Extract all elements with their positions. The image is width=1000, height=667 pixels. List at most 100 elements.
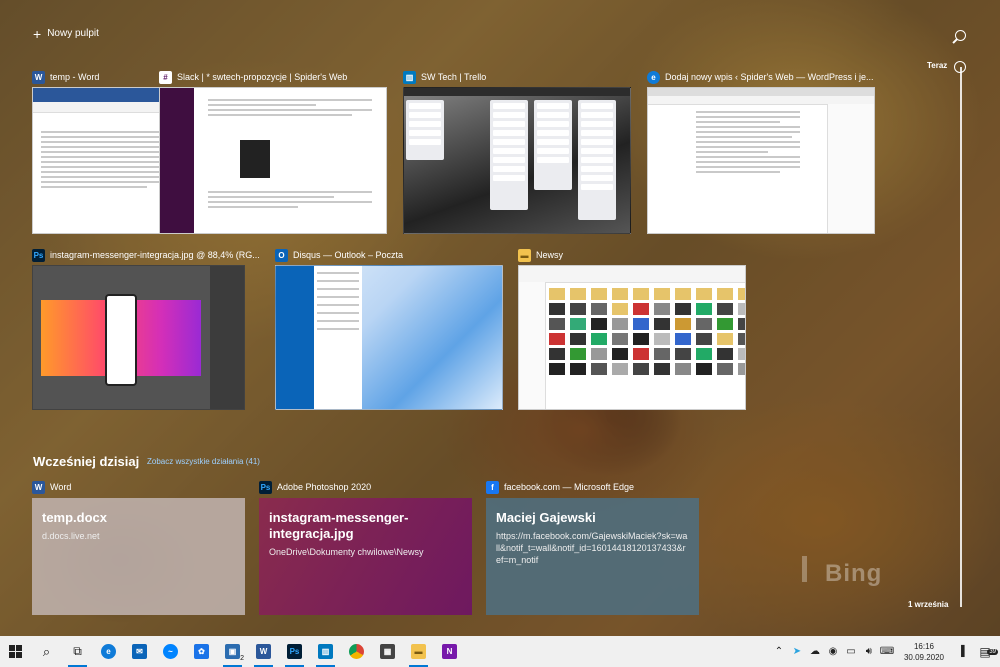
activity-card-word[interactable]: W Word temp.docx d.docs.live.net <box>32 480 245 615</box>
trello-icon: ▥ <box>318 644 333 659</box>
taskbar-photos[interactable]: ✿ <box>186 636 217 667</box>
window-thumbnail <box>159 87 387 234</box>
start-button[interactable] <box>0 636 31 667</box>
window-thumbnail <box>275 265 503 410</box>
taskbar-trello[interactable]: ▥ <box>310 636 341 667</box>
search-icon-handle <box>952 38 958 44</box>
onedrive-icon[interactable]: ☁ <box>806 646 824 657</box>
clock[interactable]: 16:16 30.09.2020 <box>896 641 952 663</box>
calculator-icon: ▦ <box>380 644 395 659</box>
activity-app-label: Word <box>50 482 72 492</box>
window-title: Slack | * swtech-propozycje | Spider's W… <box>177 72 348 82</box>
messenger-icon: ~ <box>163 644 178 659</box>
edge-icon: e <box>647 70 660 84</box>
taskbar: ⌕ ⧉ e ✉ ~ ✿ ▣ 2 W Ps ▥ ▦ ▬ N ⌃ ➤ ☁ ◉ ▭ 🔊︎… <box>0 636 1000 667</box>
taskbar-search-button[interactable]: ⌕ <box>31 636 62 667</box>
window-explorer-newsy[interactable]: ▬ Newsy <box>518 248 746 410</box>
task-view-icon: ⧉ <box>73 644 82 658</box>
window-title: Newsy <box>536 250 564 260</box>
chrome-icon <box>349 644 364 659</box>
activity-subtitle: https://m.facebook.com/GajewskiMaciek?sk… <box>496 531 688 565</box>
taskbar-messenger[interactable]: ~ <box>155 636 186 667</box>
window-title: instagram-messenger-integracja.jpg @ 88,… <box>50 250 260 260</box>
timeline-scrollbar[interactable] <box>960 67 962 607</box>
timeline-search-button[interactable] <box>950 28 970 48</box>
taskbar-chrome[interactable] <box>341 636 372 667</box>
volume-icon[interactable]: 🔊︎ <box>860 646 878 657</box>
see-all-activities-link[interactable]: Zobacz wszystkie działania (41) <box>147 457 260 466</box>
timeline-now-label: Teraz <box>927 61 948 70</box>
new-desktop-button[interactable]: + Nowy pulpit <box>33 25 99 42</box>
edge-icon: e <box>101 644 116 659</box>
activity-app-label: Adobe Photoshop 2020 <box>277 482 372 492</box>
windows-icon <box>9 645 22 658</box>
task-view-button[interactable]: ⧉ <box>62 636 93 667</box>
clock-time: 16:16 <box>913 641 934 651</box>
onenote-icon: N <box>442 644 457 659</box>
activity-card-body[interactable]: instagram-messenger-integracja.jpg OneDr… <box>259 498 472 615</box>
folder-icon: ▬ <box>518 248 531 262</box>
window-trello[interactable]: ▥ SW Tech | Trello <box>403 70 631 234</box>
window-word[interactable]: Wtemp - Word <box>32 70 245 234</box>
system-tray: ⌃ ➤ ☁ ◉ ▭ 🔊︎ ⌨ 16:16 30.09.2020 ▐ ▤ 39 <box>770 636 1000 667</box>
word-icon: W <box>32 480 45 494</box>
action-center-button[interactable]: ▤ 39 <box>970 645 1000 659</box>
activity-card-body[interactable]: Maciej Gajewski https://m.facebook.com/G… <box>486 498 699 615</box>
clock-date: 30.09.2020 <box>903 652 944 662</box>
window-title: Dodaj nowy wpis ‹ Spider's Web — WordPre… <box>665 72 874 82</box>
photoshop-icon: Ps <box>287 644 302 659</box>
activity-card-body[interactable]: temp.docx d.docs.live.net <box>32 498 245 615</box>
taskbar-edge[interactable]: e <box>93 636 124 667</box>
taskbar-mail[interactable]: ✉ <box>124 636 155 667</box>
bing-logo-icon <box>802 556 825 582</box>
activity-subtitle: OneDrive\Dokumenty chwilowe\Newsy <box>269 547 424 557</box>
taskbar-files[interactable]: ▣ 2 <box>217 636 248 667</box>
activity-subtitle: d.docs.live.net <box>42 531 100 541</box>
activity-title: instagram-messenger-integracja.jpg <box>269 510 409 541</box>
facebook-icon: f <box>486 480 499 494</box>
telegram-icon[interactable]: ➤ <box>788 646 806 657</box>
window-thumbnail <box>32 265 245 410</box>
activity-title: temp.docx <box>42 510 108 525</box>
timeline-handle[interactable] <box>954 61 966 73</box>
word-icon: W <box>32 70 45 84</box>
window-outlook[interactable]: O Disqus — Outlook – Poczta <box>275 248 503 410</box>
trello-icon: ▥ <box>403 70 416 84</box>
window-thumbnail <box>518 265 746 410</box>
slack-icon: # <box>159 70 172 84</box>
activity-card-facebook[interactable]: f facebook.com — Microsoft Edge Maciej Ga… <box>486 480 699 615</box>
word-icon: W <box>256 644 271 659</box>
taskbar-onenote[interactable]: N <box>434 636 465 667</box>
taskbar-calculator[interactable]: ▦ <box>372 636 403 667</box>
taskbar-photoshop[interactable]: Ps <box>279 636 310 667</box>
mail-icon: ✉ <box>132 644 147 659</box>
app-tray-icon[interactable]: ◉ <box>824 646 842 657</box>
window-edge-wordpress[interactable]: e Dodaj nowy wpis ‹ Spider's Web — WordPr… <box>647 70 875 234</box>
bing-watermark: Bing <box>825 560 883 587</box>
keyboard-icon[interactable]: ⌨ <box>878 646 896 657</box>
earlier-today-heading: Wcześniej dzisiaj <box>33 454 140 469</box>
outlook-icon: O <box>275 248 288 262</box>
photoshop-icon: Ps <box>32 248 45 262</box>
window-slack[interactable]: # Slack | * swtech-propozycje | Spider's … <box>159 70 387 234</box>
activity-card-photoshop[interactable]: Ps Adobe Photoshop 2020 instagram-messeng… <box>259 480 472 615</box>
timeline-date-label: 1 września <box>908 600 949 609</box>
taskbar-word[interactable]: W <box>248 636 279 667</box>
network-icon[interactable]: ▭ <box>842 646 860 657</box>
folder-icon: ▬ <box>411 644 426 659</box>
photos-icon: ✿ <box>194 644 209 659</box>
window-thumbnail <box>403 87 631 234</box>
taskbar-explorer[interactable]: ▬ <box>403 636 434 667</box>
show-desktop-icon[interactable]: ▐ <box>952 646 970 657</box>
files-icon: ▣ <box>225 644 240 659</box>
chevron-up-icon[interactable]: ⌃ <box>770 646 788 657</box>
window-title: SW Tech | Trello <box>421 72 487 82</box>
window-thumbnail <box>647 87 875 234</box>
files-badge: 2 <box>240 655 244 662</box>
activity-title: Maciej Gajewski <box>496 510 596 525</box>
photoshop-icon: Ps <box>259 480 272 494</box>
new-desktop-label: Nowy pulpit <box>47 28 99 39</box>
plus-icon: + <box>33 25 42 42</box>
notification-count: 39 <box>987 648 998 655</box>
window-photoshop[interactable]: Ps instagram-messenger-integracja.jpg @ 8… <box>32 248 260 410</box>
